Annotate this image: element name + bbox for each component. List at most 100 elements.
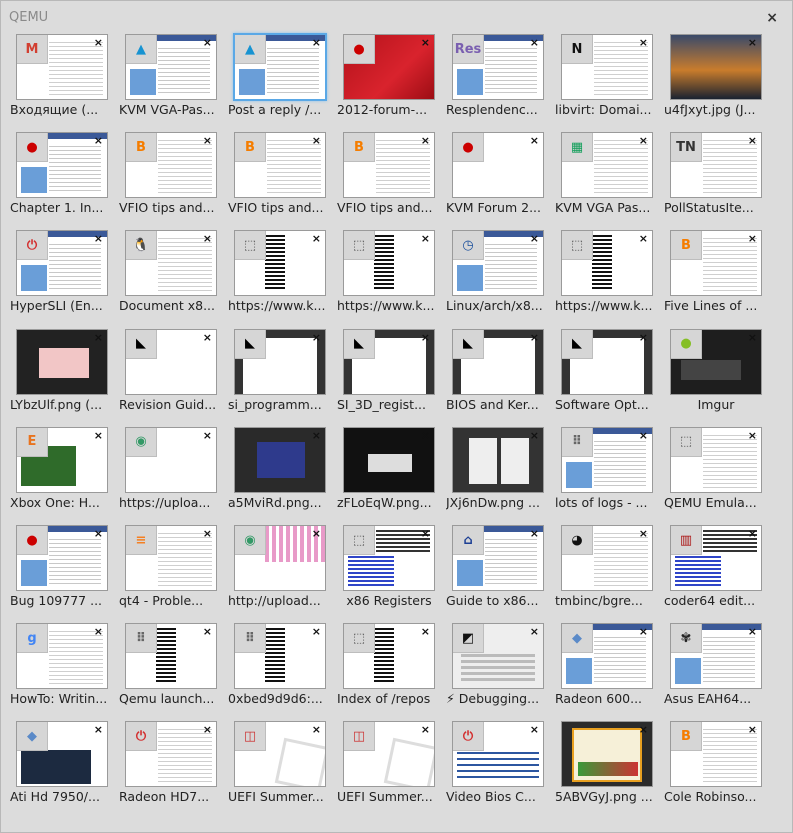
tab-tile[interactable]: × zFLoEqW.png... [335, 421, 443, 515]
close-tab-icon[interactable]: × [639, 429, 648, 442]
close-tab-icon[interactable]: × [203, 232, 212, 245]
tab-thumbnail[interactable]: ⏻ × [452, 721, 544, 788]
tab-tile[interactable]: B × VFIO tips and... [335, 126, 443, 220]
tab-thumbnail[interactable]: ⠿ × [234, 623, 326, 690]
tab-thumbnail[interactable]: ● × [16, 525, 108, 591]
tab-tile[interactable]: × 5ABVGyJ.png ... [553, 715, 661, 809]
tab-thumbnail[interactable]: TN × [670, 132, 762, 199]
tab-thumbnail[interactable]: ≡ × [125, 525, 217, 591]
tab-thumbnail[interactable]: ● × [452, 132, 544, 199]
tab-thumbnail[interactable]: ⏻ × [16, 230, 108, 297]
close-tab-icon[interactable]: × [421, 429, 430, 442]
tab-tile[interactable]: M × Входящие (... [8, 28, 116, 122]
tab-thumbnail[interactable]: ⬚ × [343, 230, 435, 297]
tab-tile[interactable]: ✾ × Asus EAH64... [662, 617, 770, 711]
close-tab-icon[interactable]: × [530, 625, 539, 638]
tab-tile[interactable]: × a5MviRd.png... [226, 421, 334, 515]
close-tab-icon[interactable]: × [312, 232, 321, 245]
close-tab-icon[interactable]: × [421, 527, 430, 540]
tab-tile[interactable]: ⬚ × x86 Registers [335, 519, 443, 613]
close-tab-icon[interactable]: × [312, 723, 321, 736]
tab-tile[interactable]: B × VFIO tips and... [226, 126, 334, 220]
close-tab-icon[interactable]: × [94, 134, 103, 147]
tab-thumbnail[interactable]: ◣ × [343, 328, 435, 395]
tab-tile[interactable]: ▲ × Post a reply /... [226, 28, 334, 122]
tab-tile[interactable]: ⬚ × https://www.k... [226, 224, 334, 318]
tab-tile[interactable]: ⠿ × 0xbed9d9d6:... [226, 617, 334, 711]
tab-thumbnail[interactable]: ◉ × [234, 525, 326, 591]
tab-thumbnail[interactable]: ◣ × [452, 328, 544, 395]
tab-thumbnail[interactable]: × [343, 426, 435, 493]
tab-thumbnail[interactable]: ▦ × [561, 132, 653, 199]
tab-thumbnail[interactable]: ⬚ × [234, 230, 326, 297]
close-tab-icon[interactable]: × [94, 331, 103, 344]
tab-thumbnail[interactable]: ◫ × [343, 721, 435, 788]
tab-tile[interactable]: ⠿ × Qemu launch... [117, 617, 225, 711]
tab-thumbnail[interactable]: ⬚ × [343, 623, 435, 690]
tab-thumbnail[interactable]: ◆ × [16, 721, 108, 788]
tab-thumbnail[interactable]: ▲ × [125, 34, 217, 100]
close-tab-icon[interactable]: × [94, 723, 103, 736]
tab-tile[interactable]: ◕ × tmbinc/bgre... [553, 519, 661, 613]
close-tab-icon[interactable]: × [94, 429, 103, 442]
tab-tile[interactable]: B × Five Lines of ... [662, 224, 770, 318]
close-tab-icon[interactable]: × [748, 134, 757, 147]
tab-tile[interactable]: ⌂ × Guide to x86... [444, 519, 552, 613]
close-tab-icon[interactable]: × [530, 134, 539, 147]
tab-tile[interactable]: × u4fJxyt.jpg (J... [662, 28, 770, 122]
close-tab-icon[interactable]: × [312, 36, 321, 49]
close-tab-icon[interactable]: × [748, 723, 757, 736]
close-tab-icon[interactable]: × [312, 625, 321, 638]
close-tab-icon[interactable]: × [639, 331, 648, 344]
tab-tile[interactable]: ◩ × ⚡ Debugging... [444, 617, 552, 711]
tab-tile[interactable]: Res × Resplendenc... [444, 28, 552, 122]
tab-tile[interactable]: B × VFIO tips and... [117, 126, 225, 220]
tab-tile[interactable]: ● × 2012-forum-... [335, 28, 443, 122]
tab-tile[interactable]: × LYbzUlf.png (... [8, 323, 116, 417]
close-tab-icon[interactable]: × [639, 36, 648, 49]
close-tab-icon[interactable]: × [639, 134, 648, 147]
tab-tile[interactable]: ● × Bug 109777 ... [8, 519, 116, 613]
close-tab-icon[interactable]: × [421, 134, 430, 147]
tab-tile[interactable]: ◆ × Ati Hd 7950/... [8, 715, 116, 809]
tab-thumbnail[interactable]: ◉ × [125, 426, 217, 493]
tab-thumbnail[interactable]: ◣ × [234, 328, 326, 395]
tab-tile[interactable]: ≡ × qt4 - Proble... [117, 519, 225, 613]
tab-tile[interactable]: ● × KVM Forum 2... [444, 126, 552, 220]
close-tab-icon[interactable]: × [312, 134, 321, 147]
tab-tile[interactable]: ● × Imgur [662, 323, 770, 417]
tab-tile[interactable]: ◫ × UEFI Summer... [335, 715, 443, 809]
close-tab-icon[interactable]: × [748, 232, 757, 245]
close-tab-icon[interactable]: × [94, 36, 103, 49]
tab-tile[interactable]: ⬚ × https://www.k... [553, 224, 661, 318]
tab-tile[interactable]: ◣ × BIOS and Ker... [444, 323, 552, 417]
close-tab-icon[interactable]: × [530, 527, 539, 540]
tab-thumbnail[interactable]: ◷ × [452, 230, 544, 297]
tab-thumbnail[interactable]: 🐧 × [125, 230, 217, 297]
tab-thumbnail[interactable]: × [16, 328, 108, 395]
close-tab-icon[interactable]: × [312, 331, 321, 344]
close-tab-icon[interactable]: × [530, 232, 539, 245]
tab-tile[interactable]: ● × Chapter 1. In... [8, 126, 116, 220]
tab-thumbnail[interactable]: ✾ × [670, 623, 762, 690]
close-tab-icon[interactable]: × [530, 723, 539, 736]
tab-tile[interactable]: ⬚ × Index of /repos [335, 617, 443, 711]
tab-thumbnail[interactable]: ⠿ × [561, 426, 653, 493]
close-tab-icon[interactable]: × [203, 723, 212, 736]
tab-tile[interactable]: ▦ × KVM VGA Pas... [553, 126, 661, 220]
close-tab-icon[interactable]: × [312, 527, 321, 540]
close-window-button[interactable]: × [766, 10, 778, 26]
close-tab-icon[interactable]: × [203, 625, 212, 638]
tab-tile[interactable]: ◣ × Software Opt... [553, 323, 661, 417]
tab-thumbnail[interactable]: × [561, 721, 653, 788]
tab-thumbnail[interactable]: Res × [452, 34, 544, 100]
tab-thumbnail[interactable]: × [452, 426, 544, 493]
tab-thumbnail[interactable]: ● × [16, 132, 108, 199]
tab-thumbnail[interactable]: ⬚ × [561, 230, 653, 297]
tab-thumbnail[interactable]: ⌂ × [452, 525, 544, 591]
tab-thumbnail[interactable]: ● × [343, 34, 435, 100]
close-tab-icon[interactable]: × [748, 331, 757, 344]
tab-tile[interactable]: ◉ × https://uploa... [117, 421, 225, 515]
close-tab-icon[interactable]: × [748, 625, 757, 638]
tab-thumbnail[interactable]: B × [234, 132, 326, 199]
